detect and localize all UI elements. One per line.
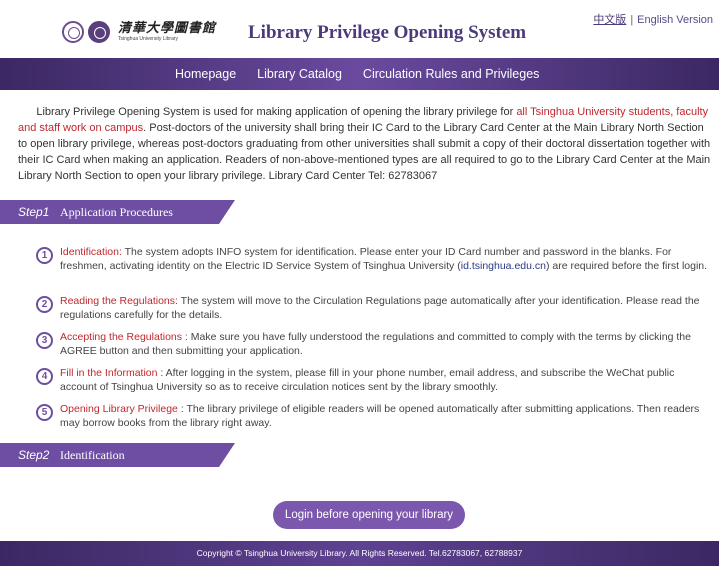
library-logo[interactable]: 清華大學圖書館 Tsinghua University Library bbox=[62, 17, 216, 47]
nav-circulation-rules[interactable]: Circulation Rules and Privileges bbox=[363, 67, 539, 81]
procedure-text-end: ) are required before the first login. bbox=[545, 260, 708, 272]
procedure-item: 1 Identification: The system adopts INFO… bbox=[36, 245, 712, 273]
step-number-icon: 5 bbox=[36, 404, 53, 421]
main-navbar: Homepage Library Catalog Circulation Rul… bbox=[0, 58, 719, 90]
procedure-title: Identification: bbox=[60, 246, 122, 258]
procedure-item: 4 Fill in the Information : After loggin… bbox=[36, 366, 712, 394]
step1-label: Application Procedures bbox=[60, 205, 173, 219]
header: 清華大學圖書館 Tsinghua University Library Libr… bbox=[0, 0, 719, 58]
step-number-icon: 3 bbox=[36, 332, 53, 349]
language-switcher: 中文版 | English Version bbox=[593, 11, 713, 27]
procedure-title: Reading the Regulations: bbox=[60, 295, 178, 307]
login-button[interactable]: Login before opening your library bbox=[273, 501, 465, 529]
step2-label: Identification bbox=[60, 448, 125, 462]
procedure-title: Accepting the Regulations bbox=[60, 331, 182, 343]
step1-number: Step1 bbox=[18, 205, 50, 219]
step2-header: Step2 Identification bbox=[0, 443, 235, 467]
logo-text: 清華大學圖書館 Tsinghua University Library bbox=[118, 22, 216, 42]
step1-header: Step1 Application Procedures bbox=[0, 200, 235, 224]
university-seal-icon bbox=[62, 21, 84, 43]
step-number-icon: 2 bbox=[36, 296, 53, 313]
step2-number: Step2 bbox=[18, 448, 50, 462]
language-separator: | bbox=[630, 14, 634, 26]
step2-arrow-icon bbox=[219, 443, 235, 467]
procedure-title: Fill in the Information bbox=[60, 367, 158, 379]
logo-chinese-name: 清華大學圖書館 bbox=[118, 21, 217, 36]
footer-copyright: Copyright © Tsinghua University Library.… bbox=[0, 541, 719, 566]
step-number-icon: 4 bbox=[36, 368, 53, 385]
logo-english-name: Tsinghua University Library bbox=[118, 36, 179, 42]
id-service-link[interactable]: id.tsinghua.edu.cn bbox=[461, 260, 546, 272]
chinese-version-link[interactable]: 中文版 bbox=[593, 14, 626, 26]
intro-text-1: Library Privilege Opening System is used… bbox=[36, 106, 517, 118]
step1-arrow-icon bbox=[219, 200, 235, 224]
nav-homepage[interactable]: Homepage bbox=[175, 67, 236, 81]
nav-library-catalog[interactable]: Library Catalog bbox=[257, 67, 342, 81]
procedure-item: 5 Opening Library Privilege : The librar… bbox=[36, 402, 712, 430]
intro-paragraph: Library Privilege Opening System is used… bbox=[18, 104, 712, 184]
library-seal-icon bbox=[88, 21, 110, 43]
step-number-icon: 1 bbox=[36, 247, 53, 264]
procedure-item: 3 Accepting the Regulations : Make sure … bbox=[36, 330, 712, 358]
procedure-title: Opening Library Privilege bbox=[60, 403, 178, 415]
english-version-link[interactable]: English Version bbox=[637, 14, 713, 26]
page-title: Library Privilege Opening System bbox=[248, 22, 527, 43]
procedure-item: 2 Reading the Regulations: The system wi… bbox=[36, 294, 712, 322]
